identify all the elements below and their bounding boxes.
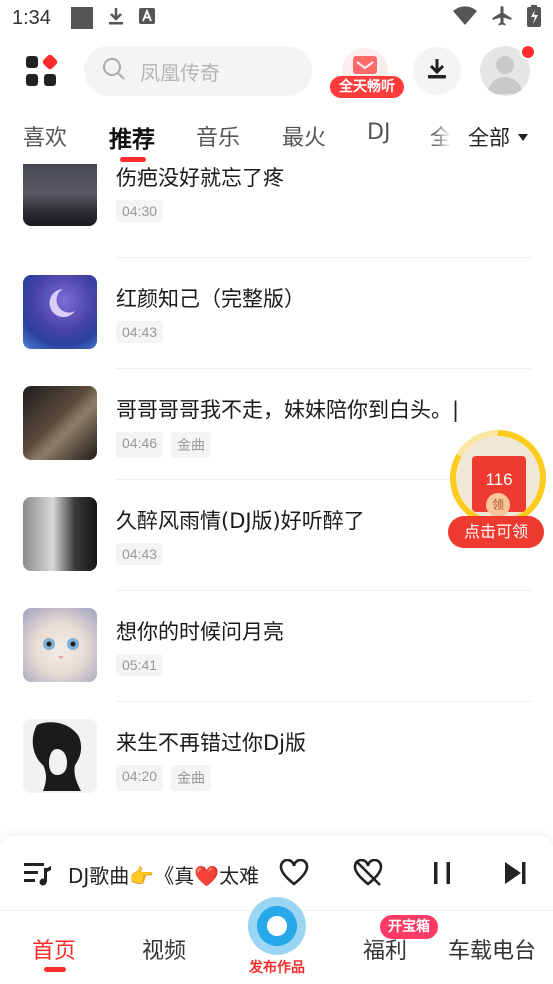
divider [116, 701, 531, 702]
song-item[interactable]: 伤疤没好就忘了疼 04:30 [0, 164, 553, 263]
notification-icon [70, 7, 93, 29]
song-cover [23, 275, 97, 349]
song-duration: 04:20 [116, 765, 164, 791]
song-tag: 金曲 [171, 432, 212, 458]
vip-label: 全天畅听 [330, 76, 404, 98]
song-duration: 05:41 [116, 654, 164, 676]
song-cover [23, 719, 97, 793]
active-tab-indicator [120, 157, 146, 162]
airplane-icon [491, 5, 513, 32]
divider [116, 590, 531, 591]
now-playing-text: DJ歌曲👉《真❤️太难 [68, 864, 260, 888]
search-placeholder: 凤凰传奇 [140, 60, 220, 85]
active-nav-indicator [44, 967, 66, 972]
heart-icon[interactable] [277, 856, 311, 890]
publish-label: 发布作品 [249, 960, 305, 976]
song-title: 红颜知己（完整版） [116, 287, 305, 311]
tab-like[interactable]: 喜欢 [23, 120, 67, 152]
song-meta: 04:20 金曲 [116, 765, 212, 791]
dislike-heart-icon[interactable] [351, 856, 385, 890]
vip-button[interactable]: 全天畅听 [330, 46, 404, 98]
reward-count: 116 [485, 470, 513, 489]
tab-all-cut[interactable]: 全 [430, 120, 452, 152]
song-duration: 04:43 [116, 543, 164, 565]
song-meta: 05:41 [116, 654, 164, 676]
search-icon [102, 57, 126, 85]
bottom-navigation: 首页 视频 发布作品 福利 开宝箱 车载电台 [0, 897, 553, 984]
caret-down-icon [518, 133, 528, 141]
song-title: 来生不再错过你Dj版 [116, 731, 307, 755]
pause-icon[interactable] [425, 856, 459, 890]
song-meta: 04:43 [116, 321, 164, 343]
wifi-icon [453, 5, 477, 31]
song-cover [23, 386, 97, 460]
song-item[interactable]: 红颜知己（完整版） 04:43 [0, 263, 553, 374]
song-meta: 04:46 金曲 [116, 432, 212, 458]
song-title: 想你的时候问月亮 [116, 620, 284, 644]
now-playing-title[interactable]: DJ歌曲👉《真❤️太难 [68, 860, 260, 889]
app-status-icon [138, 7, 155, 29]
top-header: 凤凰传奇 全天畅听 [0, 44, 553, 98]
song-duration: 04:46 [116, 432, 164, 458]
lifebuoy-icon [248, 897, 306, 955]
song-duration: 04:43 [116, 321, 164, 343]
all-label: 全部 [468, 126, 510, 150]
song-title: 哥哥哥哥我不走，妹妹陪你到白头。| [116, 398, 460, 422]
tab-dj[interactable]: DJ [367, 120, 390, 145]
download-button[interactable] [413, 47, 461, 95]
song-cover [23, 164, 97, 226]
tab-hottest[interactable]: 最火 [282, 120, 326, 152]
divider [116, 368, 531, 369]
download-icon [425, 57, 449, 85]
search-bar[interactable]: 凤凰传奇 [84, 46, 312, 96]
song-duration: 04:30 [116, 200, 164, 222]
download-status-icon [107, 6, 125, 31]
next-track-icon[interactable] [498, 856, 532, 890]
song-meta: 04:43 [116, 543, 164, 565]
publish-button[interactable]: 发布作品 [240, 897, 314, 984]
reward-coin-icon: 领 [486, 493, 510, 517]
song-item[interactable]: 来生不再错过你Dj版 04:20 金曲 [0, 707, 553, 818]
song-title: 伤疤没好就忘了疼 [116, 166, 284, 190]
reward-widget[interactable]: 116 领 点击可领 [448, 430, 548, 550]
song-tag: 金曲 [171, 765, 212, 791]
song-meta: 04:30 [116, 200, 164, 222]
all-categories-dropdown[interactable]: 全部 [452, 112, 553, 162]
nav-video[interactable]: 视频 [142, 933, 186, 965]
playlist-icon[interactable] [20, 856, 54, 890]
category-tabs: 喜欢 推荐 音乐 最火 DJ 全 全部 [0, 112, 553, 164]
status-bar: 1:34 [0, 0, 553, 36]
nav-home[interactable]: 首页 [32, 933, 76, 965]
app-grid-icon[interactable] [26, 53, 59, 86]
status-time: 1:34 [12, 6, 51, 29]
song-cover [23, 608, 97, 682]
notification-dot [520, 44, 536, 60]
song-cover [23, 497, 97, 571]
divider [116, 257, 531, 258]
tab-music[interactable]: 音乐 [196, 120, 240, 152]
song-title: 久醉风雨情(DJ版)好听醉了 [116, 509, 365, 533]
nav-car-radio[interactable]: 车载电台 [448, 933, 536, 965]
song-item[interactable]: 想你的时候问月亮 05:41 [0, 596, 553, 707]
battery-icon [527, 4, 541, 32]
tab-recommend[interactable]: 推荐 [109, 120, 155, 154]
treasure-box-badge: 开宝箱 [380, 915, 438, 939]
reward-claim-label[interactable]: 点击可领 [448, 516, 544, 548]
